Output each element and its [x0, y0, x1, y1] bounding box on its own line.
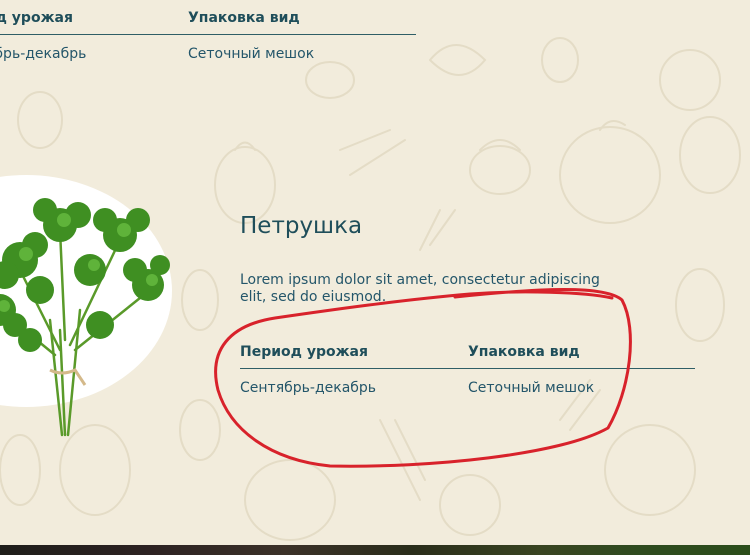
table-header-row: Период урожая Упаковка вид	[240, 344, 695, 369]
packaging-header: Упаковка вид	[468, 344, 580, 360]
packaging-value: Сеточный мешок	[188, 46, 315, 62]
product-description: Lorem ipsum dolor sit amet, consectetur …	[240, 272, 600, 305]
product-title: Петрушка	[240, 213, 363, 239]
harvest-period-value: ябрь-декабрь	[0, 46, 87, 62]
table-row: ябрь-декабрь Сеточный мешок	[0, 35, 416, 62]
harvest-period-header: Период урожая	[240, 344, 368, 360]
table-header-row: од урожая Упаковка вид	[0, 10, 416, 35]
packaging-value: Сеточный мешок	[468, 380, 595, 396]
product-info-table: Период урожая Упаковка вид Сентябрь-дека…	[240, 344, 695, 396]
harvest-period-value: Сентябрь-декабрь	[240, 380, 377, 396]
previous-product-table: од урожая Упаковка вид ябрь-декабрь Сето…	[0, 10, 416, 62]
bottom-image-strip	[0, 545, 750, 555]
parsley-image	[0, 198, 170, 437]
page: од урожая Упаковка вид ябрь-декабрь Сето…	[0, 0, 750, 555]
packaging-header: Упаковка вид	[188, 10, 300, 26]
harvest-period-header: од урожая	[0, 10, 73, 26]
table-row: Сентябрь-декабрь Сеточный мешок	[240, 369, 695, 396]
